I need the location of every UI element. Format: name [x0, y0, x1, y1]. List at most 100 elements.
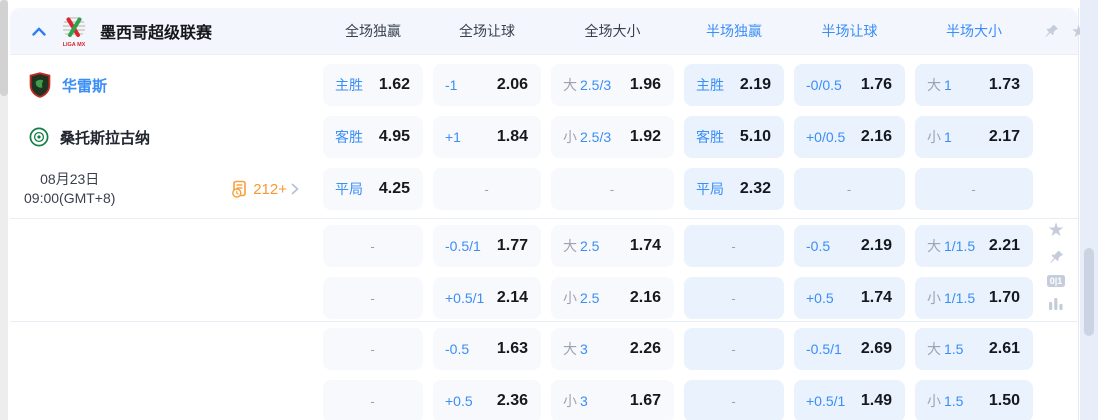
odds-cell[interactable]: -: [551, 168, 674, 210]
odds-cell[interactable]: -: [323, 225, 423, 267]
odds-label: +0.5/1: [806, 393, 845, 409]
odds-value: 1.49: [861, 392, 892, 410]
odds-panel: LIGA MX 墨西哥超级联赛 全场独赢全场让球全场大小半场独赢半场让球半场大小…: [0, 0, 1098, 420]
score-view-icon[interactable]: 0|1: [1047, 275, 1066, 287]
odds-value: 4.95: [379, 128, 410, 146]
odds-line-label: -0.5: [806, 238, 830, 254]
odds-empty: -: [971, 182, 975, 197]
odds-empty: -: [731, 342, 735, 357]
odds-cell[interactable]: +0/0.52.16: [794, 116, 905, 158]
odds-cell[interactable]: 客胜5.10: [684, 116, 784, 158]
odds-cell[interactable]: 小1/1.51.70: [915, 277, 1033, 319]
odds-cell[interactable]: +0.5/12.14: [433, 277, 541, 319]
odds-cell[interactable]: 大1/1.52.21: [915, 225, 1033, 267]
odds-label: 大1.5: [927, 339, 963, 359]
odds-cell[interactable]: 小12.17: [915, 116, 1033, 158]
odds-section-alt-2: --0.51.63大32.26--0.5/12.69大1.52.61 -+0.5…: [10, 321, 1078, 420]
odds-label: 小2.5: [563, 288, 599, 308]
odds-cell[interactable]: -: [684, 328, 784, 370]
odds-cell[interactable]: -: [433, 168, 541, 210]
odds-cell[interactable]: -12.06: [433, 64, 541, 106]
odds-line-label: +0/0.5: [806, 129, 845, 145]
odds-cell[interactable]: -0.5/12.69: [794, 328, 905, 370]
odds-label: +0/0.5: [806, 129, 845, 145]
odds-side-label: 小: [563, 129, 577, 145]
odds-value: 1.70: [989, 289, 1020, 307]
match-meta-row: 08月23日 09:00(GMT+8) 212+: [10, 168, 1078, 210]
odds-label: +0.5: [806, 290, 834, 306]
odds-cell[interactable]: 大11.73: [915, 64, 1033, 106]
odds-cell[interactable]: -0.5/11.77: [433, 225, 541, 267]
odds-line-label: 2.5: [580, 238, 599, 254]
column-header-4[interactable]: 半场独赢: [684, 21, 784, 41]
odds-cell[interactable]: -: [684, 277, 784, 319]
odds-cell[interactable]: -: [684, 225, 784, 267]
odds-row: -+0.5/12.14小2.52.16-+0.51.74小1/1.51.70: [10, 277, 1078, 319]
odds-cell[interactable]: 平局2.32: [684, 168, 784, 210]
pin-icon[interactable]: [1048, 249, 1065, 266]
left-scrollbar-track[interactable]: [0, 0, 8, 420]
odds-line-label: 平局: [335, 181, 363, 197]
more-markets-link[interactable]: 212+: [231, 180, 299, 198]
odds-cell[interactable]: -0.51.63: [433, 328, 541, 370]
odds-cell[interactable]: 大2.51.74: [551, 225, 674, 267]
odds-row: - -0.51.63大32.26 - -0.5/12.69大1.52.61: [10, 328, 1078, 370]
odds-cell[interactable]: 小2.5/31.92: [551, 116, 674, 158]
odds-cell[interactable]: +0.5/1 1.49: [794, 380, 905, 420]
column-header-1[interactable]: 全场独赢: [323, 21, 423, 41]
odds-line-label: -0/0.5: [806, 77, 842, 93]
odds-cell[interactable]: +0.51.74: [794, 277, 905, 319]
odds-cell[interactable]: 平局4.25: [323, 168, 423, 210]
odds-empty: -: [484, 182, 488, 197]
odds-value: 2.17: [989, 128, 1020, 146]
odds-cell[interactable]: 小2.52.16: [551, 277, 674, 319]
odds-side-label: 大: [927, 238, 941, 254]
odds-line-label: 客胜: [335, 129, 363, 145]
odds-cell[interactable]: -: [915, 168, 1033, 210]
odds-empty: -: [731, 394, 735, 409]
liga-mx-logo-icon: LIGA MX: [61, 14, 87, 48]
league-info: LIGA MX 墨西哥超级联赛: [10, 14, 313, 48]
odds-cell[interactable]: 客胜 4.95: [323, 116, 423, 158]
home-team-row: 华雷斯 主胜1.62-12.06大2.5/31.96主胜2.19-0/0.51.…: [10, 64, 1078, 106]
odds-cell[interactable]: -0/0.51.76: [794, 64, 905, 106]
odds-line-label: -0.5: [445, 341, 469, 357]
stats-chart-icon[interactable]: [1048, 296, 1064, 310]
odds-cell[interactable]: 小31.67: [551, 380, 674, 420]
odds-cell[interactable]: -: [323, 380, 423, 420]
odds-empty: -: [370, 342, 374, 357]
odds-label: 大1: [927, 75, 952, 95]
column-header-6[interactable]: 半场大小: [915, 21, 1033, 41]
odds-cell[interactable]: 大2.5/31.96: [551, 64, 674, 106]
odds-side-label: 大: [563, 238, 577, 254]
column-header-5[interactable]: 半场让球: [794, 21, 905, 41]
odds-cell[interactable]: 大32.26: [551, 328, 674, 370]
odds-side-label: 大: [927, 341, 941, 357]
odds-cell[interactable]: +0.52.36: [433, 380, 541, 420]
collapse-button[interactable]: [30, 22, 48, 40]
odds-value: 1.84: [497, 128, 528, 146]
odds-cell[interactable]: +11.84: [433, 116, 541, 158]
right-scrollbar-thumb[interactable]: [1084, 248, 1094, 336]
column-header-2[interactable]: 全场让球: [433, 21, 541, 41]
odds-label: 大2.5/3: [563, 75, 611, 95]
home-team-logo: [29, 72, 51, 98]
odds-cell[interactable]: -: [323, 328, 423, 370]
home-team-name[interactable]: 华雷斯: [62, 75, 107, 96]
odds-cell[interactable]: 主胜2.19: [684, 64, 784, 106]
left-scrollbar-thumb[interactable]: [0, 0, 8, 96]
pin-icon[interactable]: [1043, 23, 1060, 40]
odds-cell[interactable]: -: [323, 277, 423, 319]
column-header-3[interactable]: 全场大小: [551, 21, 674, 41]
away-team-name[interactable]: 桑托斯拉古纳: [60, 127, 150, 148]
odds-label: 大2.5: [563, 236, 599, 256]
odds-cell[interactable]: 主胜1.62: [323, 64, 423, 106]
odds-line-label: 3: [580, 393, 588, 409]
odds-cell[interactable]: -: [684, 380, 784, 420]
odds-cell[interactable]: -: [794, 168, 905, 210]
odds-cell[interactable]: 大1.52.61: [915, 328, 1033, 370]
right-scrollbar-track[interactable]: [1080, 0, 1098, 420]
favorite-star-icon[interactable]: ★: [1047, 222, 1064, 240]
odds-cell[interactable]: 小1.51.50: [915, 380, 1033, 420]
odds-cell[interactable]: -0.52.19: [794, 225, 905, 267]
